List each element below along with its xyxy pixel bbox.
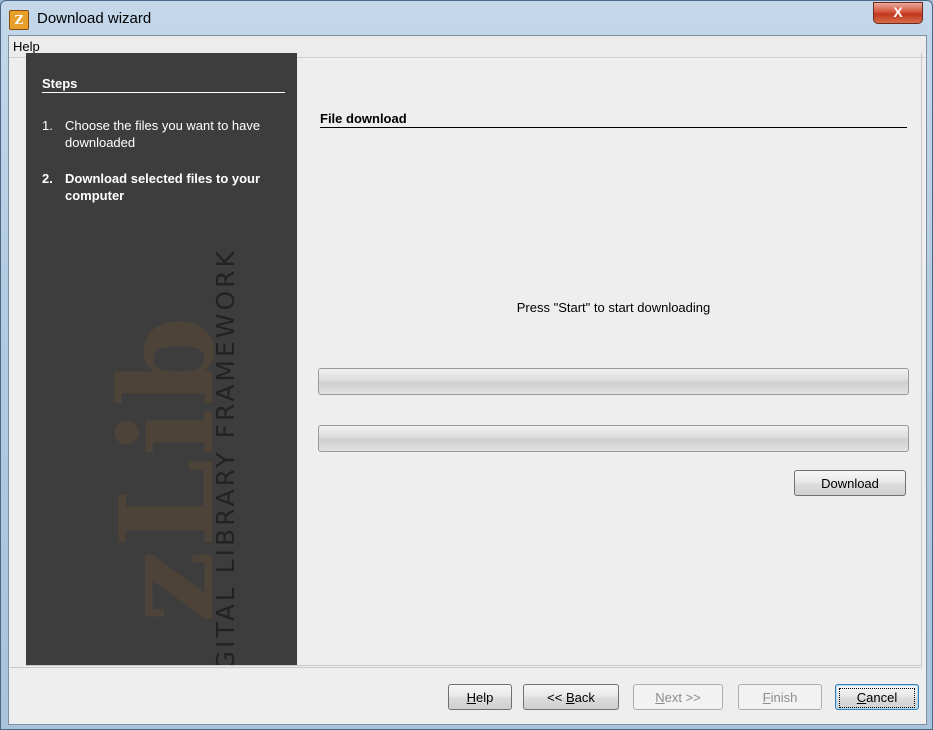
status-message: Press "Start" to start downloading <box>516 300 711 315</box>
steps-panel: zLib DIGITAL LIBRARY FRAMEWORK Steps 1. … <box>26 53 297 665</box>
step-label: Download selected files to your computer <box>65 171 261 203</box>
window-title: Download wizard <box>37 10 152 27</box>
mnemonic: N <box>655 690 665 705</box>
button-label-rest: inish <box>770 690 798 705</box>
footer-separator <box>10 667 922 668</box>
section-title: File download <box>320 111 907 128</box>
step-number: 2. <box>42 171 53 186</box>
mnemonic: B <box>565 690 575 705</box>
button-label-rest: ack <box>574 690 595 705</box>
title-bar[interactable]: Z Download wizard X <box>1 1 932 35</box>
step-label: Choose the files you want to have downlo… <box>65 118 261 150</box>
button-label-rest: ancel <box>866 690 898 705</box>
overall-progress-bar <box>318 368 909 395</box>
menu-help[interactable]: Help <box>11 39 42 54</box>
download-button[interactable]: Download <box>794 470 906 496</box>
steps-title: Steps <box>42 76 285 93</box>
mnemonic: C <box>856 690 867 705</box>
finish-button[interactable]: Finish <box>738 684 822 710</box>
button-label-rest: elp <box>476 690 494 705</box>
help-button[interactable]: Help <box>448 684 512 710</box>
file-progress-bar <box>318 425 909 452</box>
back-button[interactable]: << Back <box>523 684 619 710</box>
next-button[interactable]: Next >> <box>633 684 723 710</box>
app-icon: Z <box>9 10 29 30</box>
button-label-rest: ext >> <box>664 690 701 705</box>
cancel-button[interactable]: Cancel <box>835 684 919 710</box>
mnemonic: H <box>466 690 477 705</box>
step-number: 1. <box>42 118 53 133</box>
focus-outline: Cancel <box>839 688 915 708</box>
close-button[interactable]: X <box>873 2 923 24</box>
framework-watermark-text: DIGITAL LIBRARY FRAMEWORK <box>211 248 240 665</box>
button-label-prefix: << <box>547 690 566 705</box>
mnemonic: F <box>762 690 771 705</box>
